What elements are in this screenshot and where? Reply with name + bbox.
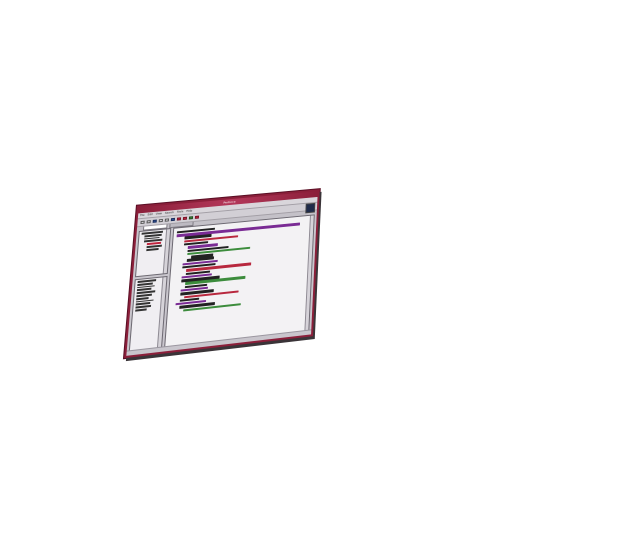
cut-icon[interactable] xyxy=(158,218,163,223)
save-icon[interactable] xyxy=(152,219,157,223)
run-icon[interactable] xyxy=(188,216,194,220)
new-icon[interactable] xyxy=(140,220,145,225)
open-icon[interactable] xyxy=(146,220,151,224)
menu-help[interactable]: Help xyxy=(186,208,192,213)
tree-item[interactable] xyxy=(146,247,159,251)
workspace xyxy=(128,214,315,352)
menu-tools[interactable]: Tools xyxy=(177,209,184,214)
stop-icon[interactable] xyxy=(194,215,200,219)
paste-icon[interactable] xyxy=(170,217,176,222)
application-window: Perforce File Edit View Search Tools Hel… xyxy=(124,189,320,359)
file-list-item[interactable] xyxy=(135,308,147,312)
editor-scrollbar[interactable] xyxy=(304,215,314,331)
screenshot-stage: Perforce File Edit View Search Tools Hel… xyxy=(0,0,640,540)
window-title: Perforce xyxy=(223,199,236,205)
menu-view[interactable]: View xyxy=(155,211,162,216)
undo-icon[interactable] xyxy=(176,217,182,221)
file-list-panel xyxy=(128,275,168,352)
preview-thumbnail xyxy=(305,202,316,214)
redo-icon[interactable] xyxy=(182,216,188,221)
code-editor[interactable] xyxy=(164,214,315,348)
menu-search[interactable]: Search xyxy=(165,210,174,216)
tree-scrollbar[interactable] xyxy=(162,229,171,274)
menu-file[interactable]: File xyxy=(140,213,145,218)
menu-edit[interactable]: Edit xyxy=(147,212,152,217)
project-tree-panel xyxy=(134,227,172,278)
copy-icon[interactable] xyxy=(164,218,170,222)
